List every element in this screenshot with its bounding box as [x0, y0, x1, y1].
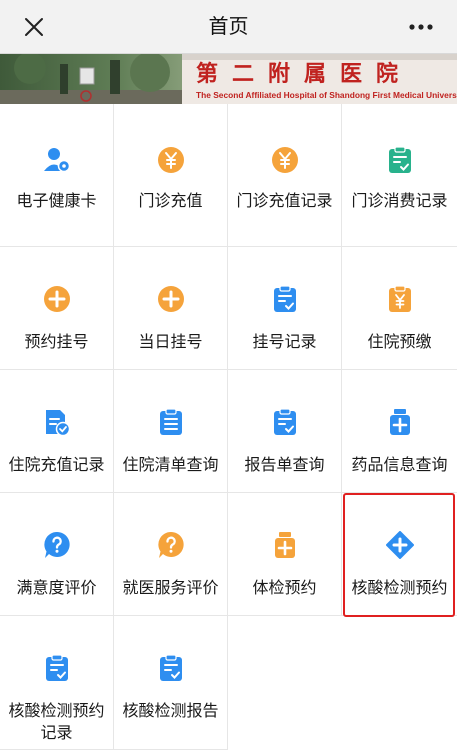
menu-item-label: 核酸检测预约 — [351, 578, 448, 597]
menu-item[interactable]: 报告单查询 — [228, 370, 342, 493]
menu-item[interactable]: 住院清单查询 — [114, 370, 228, 493]
more-dots-icon[interactable] — [407, 15, 435, 39]
banner-en-text: The Second Affiliated Hospital of Shando… — [196, 90, 457, 100]
menu-item[interactable]: 满意度评价 — [0, 493, 114, 616]
menu-item-label: 就医服务评价 — [122, 578, 219, 597]
yuan-coin-icon — [271, 146, 299, 174]
menu-item[interactable]: 就医服务评价 — [114, 493, 228, 616]
function-grid: 电子健康卡 门诊充值 门诊充值记录 门诊消费记录预约挂号 当日挂号 挂号记录 住院预缴住院充… — [0, 104, 457, 750]
menu-item[interactable]: 住院充值记录 — [0, 370, 114, 493]
clipboard-list-icon — [157, 408, 185, 436]
question-bubble-icon — [43, 531, 71, 559]
menu-item-label-line2: 记录 — [40, 723, 73, 742]
clipboard-check-icon — [271, 408, 299, 436]
plus-circle-icon — [43, 285, 71, 313]
menu-item-label: 门诊充值 — [138, 191, 203, 210]
medicine-bottle-icon — [271, 531, 299, 559]
menu-item-label: 报告单查询 — [244, 455, 325, 474]
menu-item-label: 当日挂号 — [138, 332, 203, 351]
menu-item-label: 住院充值记录 — [8, 455, 105, 474]
hospital-banner: 第二附属医院 The Second Affiliated Hospital of… — [0, 54, 457, 104]
clipboard-yuan-icon — [386, 285, 414, 313]
clipboard-check-icon — [157, 654, 185, 682]
banner-image: 第二附属医院 The Second Affiliated Hospital of… — [0, 54, 457, 104]
menu-item[interactable]: 药品信息查询 — [342, 370, 457, 493]
menu-item[interactable]: 核酸检测预约 — [342, 493, 457, 616]
user-card-icon — [43, 146, 71, 174]
plus-diamond-icon — [385, 531, 414, 559]
menu-item-label: 药品信息查询 — [351, 455, 448, 474]
menu-item-label: 住院清单查询 — [122, 455, 219, 474]
menu-item-label: 核酸检测预约 — [8, 701, 105, 720]
menu-item-label: 核酸检测报告 — [122, 701, 219, 720]
menu-item-label: 电子健康卡 — [16, 191, 97, 210]
menu-item-label: 门诊消费记录 — [351, 191, 448, 210]
banner-cn-text: 第二附属医院 — [196, 61, 412, 87]
clipboard-check-icon — [271, 285, 299, 313]
question-bubble-icon — [157, 531, 185, 559]
menu-item[interactable]: 门诊消费记录 — [342, 104, 457, 247]
medicine-bottle-icon — [386, 408, 414, 436]
menu-item[interactable]: 挂号记录 — [228, 247, 342, 370]
yuan-coin-icon — [157, 146, 185, 174]
menu-item-label: 门诊充值记录 — [236, 191, 333, 210]
menu-item[interactable]: 预约挂号 — [0, 247, 114, 370]
menu-item[interactable]: 门诊充值 — [114, 104, 228, 247]
menu-item[interactable]: 电子健康卡 — [0, 104, 114, 247]
menu-item-label: 住院预缴 — [367, 332, 432, 351]
menu-item[interactable]: 核酸检测报告 — [114, 616, 228, 750]
menu-item[interactable]: 体检预约 — [228, 493, 342, 616]
menu-item-label: 挂号记录 — [252, 332, 317, 351]
menu-item-label: 体检预约 — [252, 578, 317, 597]
menu-item[interactable]: 门诊充值记录 — [228, 104, 342, 247]
nav-bar: 首页 — [0, 0, 457, 54]
menu-item[interactable]: 当日挂号 — [114, 247, 228, 370]
plus-circle-icon — [157, 285, 185, 313]
document-check-icon — [43, 408, 71, 437]
menu-item-label: 满意度评价 — [16, 578, 97, 597]
menu-item[interactable]: 核酸检测预约 记录 — [0, 616, 114, 750]
menu-item-label: 预约挂号 — [24, 332, 89, 351]
page-title: 首页 — [208, 14, 249, 38]
clipboard-check-icon — [386, 146, 414, 174]
menu-item[interactable]: 住院预缴 — [342, 247, 457, 370]
clipboard-check-icon — [43, 654, 71, 682]
